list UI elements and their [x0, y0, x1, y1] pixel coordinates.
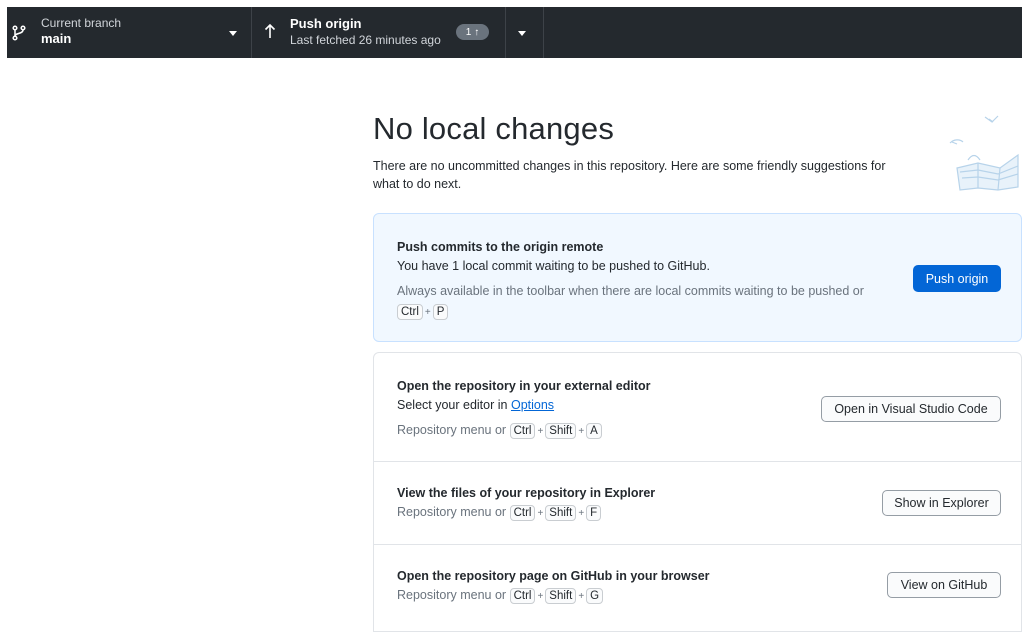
ahead-count-badge: 1 ↑	[456, 24, 489, 40]
open-in-editor-title: Open the repository in your external edi…	[397, 379, 651, 393]
github-hint-text: Repository menu or	[397, 588, 507, 602]
last-fetched-label: Last fetched 26 minutes ago	[290, 33, 441, 47]
empty-state-illustration	[949, 115, 1019, 191]
view-on-github-row: Open the repository page on GitHub in yo…	[374, 545, 1021, 633]
view-on-github-title: Open the repository page on GitHub in yo…	[397, 569, 710, 583]
git-branch-icon	[12, 25, 26, 41]
show-in-explorer-hint: Repository menu or Ctrl + Shift + F	[397, 502, 602, 524]
show-in-explorer-row: View the files of your repository in Exp…	[374, 462, 1021, 544]
kbd-key: Ctrl	[509, 505, 536, 521]
push-suggestion-hint: Always available in the toolbar when the…	[397, 281, 897, 323]
push-origin-label: Push origin	[290, 16, 362, 31]
open-in-editor-button[interactable]: Open in Visual Studio Code	[821, 396, 1001, 422]
kbd-key: Shift	[545, 423, 577, 439]
shortcut-plus: +	[578, 508, 585, 519]
push-origin-toolbar-button[interactable]: Push origin Last fetched 26 minutes ago …	[252, 7, 506, 58]
kbd-key: F	[586, 505, 602, 521]
open-in-editor-row: Open the repository in your external edi…	[374, 353, 1021, 461]
current-branch-button[interactable]: Current branch main	[7, 7, 252, 58]
toolbar: Current branch main Push origin Last fet…	[7, 7, 1022, 58]
chevron-down-icon	[518, 31, 526, 36]
explorer-hint-text: Repository menu or	[397, 505, 507, 519]
shortcut-plus: +	[424, 307, 431, 318]
push-suggestion-description: You have 1 local commit waiting to be pu…	[397, 259, 710, 273]
push-suggestion-row: Push commits to the origin remote You ha…	[374, 214, 1021, 343]
chevron-down-icon	[229, 31, 237, 36]
editor-hint-text: Repository menu or	[397, 423, 507, 437]
shortcut-plus: +	[578, 591, 585, 602]
suggestions-list: Open the repository in your external edi…	[373, 352, 1022, 632]
view-on-github-hint: Repository menu or Ctrl + Shift + G	[397, 585, 604, 607]
current-branch-label: Current branch	[41, 16, 122, 30]
current-branch-name: main	[41, 31, 72, 46]
page-subtitle: There are no uncommitted changes in this…	[373, 159, 886, 191]
kbd-key: A	[586, 423, 602, 439]
shortcut-plus: +	[578, 426, 585, 437]
push-origin-button[interactable]: Push origin	[913, 265, 1001, 292]
kbd-key: Shift	[545, 588, 577, 604]
shortcut-plus: +	[537, 508, 544, 519]
open-in-editor-hint: Repository menu or Ctrl + Shift + A	[397, 420, 602, 442]
kbd-key: Ctrl	[509, 423, 536, 439]
show-in-explorer-title: View the files of your repository in Exp…	[397, 486, 656, 500]
show-in-explorer-button[interactable]: Show in Explorer	[882, 490, 1001, 516]
page-title: No local changes	[373, 111, 615, 146]
ahead-count: 1	[465, 26, 472, 38]
kbd-key: Ctrl	[509, 588, 536, 604]
kbd-key: Shift	[545, 505, 577, 521]
push-options-dropdown[interactable]	[506, 7, 544, 58]
push-suggestion-card: Push commits to the origin remote You ha…	[373, 213, 1022, 342]
shortcut-plus: +	[537, 591, 544, 602]
open-in-editor-description: Select your editor in Options	[397, 398, 554, 412]
kbd-key: Ctrl	[397, 304, 423, 320]
push-suggestion-title: Push commits to the origin remote	[397, 240, 604, 254]
shortcut-plus: +	[537, 426, 544, 437]
kbd-key: G	[586, 588, 604, 604]
kbd-key: P	[432, 304, 449, 320]
editor-desc-prefix: Select your editor in	[397, 398, 508, 412]
view-on-github-button[interactable]: View on GitHub	[887, 572, 1001, 598]
arrow-up-icon	[264, 23, 276, 38]
ahead-arrow-icon: ↑	[474, 26, 480, 38]
options-link[interactable]: Options	[511, 398, 554, 412]
push-hint-text: Always available in the toolbar when the…	[397, 284, 864, 298]
